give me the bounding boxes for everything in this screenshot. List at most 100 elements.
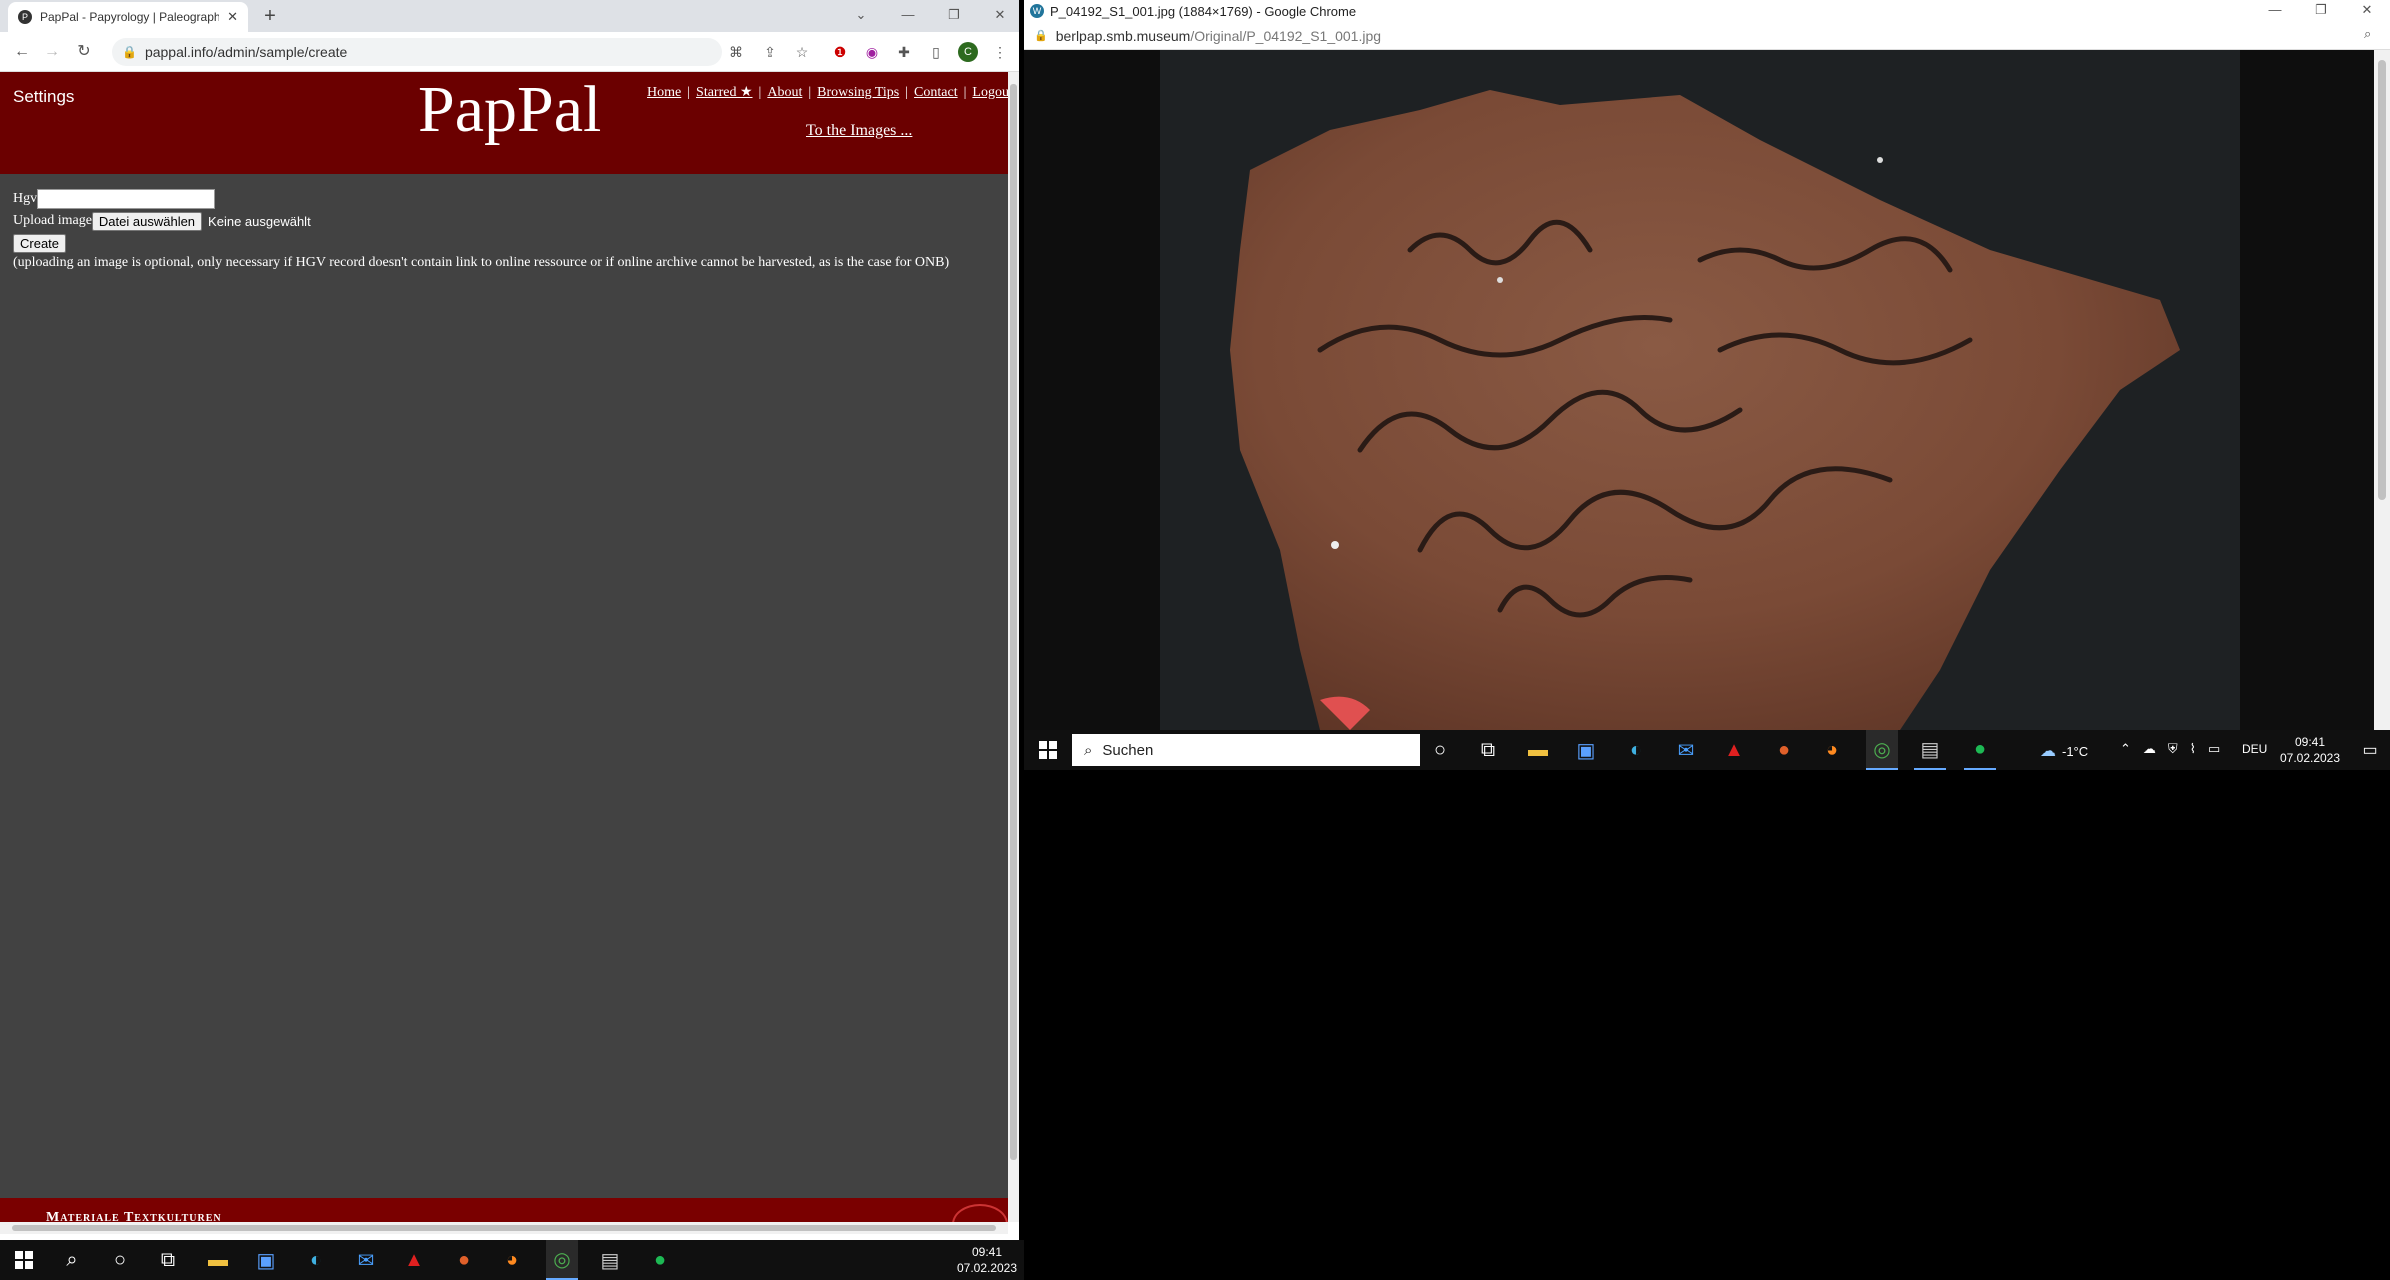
minimize-button[interactable]: —: [2252, 0, 2298, 22]
tab-search-chevron-icon[interactable]: ⌄: [838, 0, 884, 32]
create-button[interactable]: Create: [13, 233, 67, 253]
powerpoint-icon[interactable]: ●: [1768, 730, 1800, 770]
hgv-input[interactable]: [37, 189, 216, 209]
cortana-icon[interactable]: ○: [104, 1240, 136, 1280]
pappal-favicon-icon: P: [18, 10, 32, 24]
powerpoint-icon[interactable]: ●: [448, 1240, 480, 1280]
right-browser-window: W P_04192_S1_001.jpg (1884×1769) - Googl…: [1024, 0, 2390, 730]
nav-browsing-tips[interactable]: Browsing Tips: [817, 85, 899, 100]
search-icon: ⌕: [1084, 741, 1093, 759]
windows-start-icon[interactable]: [1032, 730, 1064, 770]
input-language[interactable]: DEU: [2242, 742, 2267, 756]
tab-title: PapPal - Papyrology | Paleograph: [40, 10, 220, 24]
horizontal-scroll-thumb[interactable]: [12, 1225, 996, 1231]
nav-home[interactable]: Home: [647, 85, 681, 100]
extension-purple-icon[interactable]: ◉: [862, 42, 882, 62]
bookmark-star-icon[interactable]: ☆: [792, 42, 812, 62]
left-browser-window: P PapPal - Papyrology | Paleograph ✕ + ⌄…: [0, 0, 1019, 1240]
restore-button[interactable]: ❐: [2298, 0, 2344, 22]
window-title: P_04192_S1_001.jpg (1884×1769) - Google …: [1050, 3, 1357, 19]
tray-chevron-icon[interactable]: ⌃: [2120, 741, 2131, 757]
back-arrow-icon[interactable]: ←: [10, 40, 34, 64]
photos-icon[interactable]: ▤: [594, 1240, 626, 1280]
lock-icon: 🔒: [1034, 30, 1048, 42]
hgv-label: Hgv: [13, 191, 38, 206]
edge-icon[interactable]: ◐: [1620, 730, 1652, 770]
close-tab-icon[interactable]: ✕: [227, 9, 238, 25]
task-view-icon[interactable]: ⧉: [152, 1240, 184, 1280]
weather-widget[interactable]: ☁ -1°C: [2040, 741, 2088, 761]
new-tab-button[interactable]: +: [258, 4, 282, 28]
settings-label[interactable]: Settings: [13, 87, 74, 107]
share-icon[interactable]: ⇪: [760, 42, 780, 62]
vertical-scroll-thumb[interactable]: [1010, 84, 1017, 1160]
close-window-button[interactable]: ✕: [977, 0, 1019, 32]
choose-file-button[interactable]: Datei auswählen: [91, 211, 203, 231]
spotify-icon[interactable]: ●: [1964, 730, 1996, 770]
onedrive-icon[interactable]: ☁: [2143, 741, 2156, 757]
store-icon[interactable]: ▣: [250, 1240, 282, 1280]
acrobat-icon[interactable]: ▲: [1718, 730, 1750, 770]
chrome-icon[interactable]: ◎: [546, 1240, 578, 1280]
address-toolbar: ← → ↻ 🔒 pappal.info/admin/sample/create …: [0, 32, 1019, 72]
address-bar[interactable]: 🔒 berlpap.smb.museum/Original/P_04192_S1…: [1024, 22, 2390, 50]
side-panel-icon[interactable]: ▯: [926, 42, 946, 62]
taskbar-search-box[interactable]: ⌕ Suchen: [1072, 734, 1420, 766]
windows-start-icon[interactable]: [8, 1240, 40, 1280]
chrome-icon[interactable]: ◎: [1866, 730, 1898, 770]
forward-arrow-icon[interactable]: →: [40, 40, 64, 64]
restore-button[interactable]: ❐: [931, 0, 977, 32]
clock-left[interactable]: 09:41 07.02.2023: [955, 1244, 1019, 1276]
nav-logout[interactable]: Logou: [972, 85, 1008, 100]
upload-image-label: Upload image: [13, 213, 92, 228]
footer-seal-icon: [952, 1204, 1008, 1222]
file-explorer-icon[interactable]: ▬: [1522, 730, 1554, 770]
clock-right[interactable]: 09:41 07.02.2023: [2278, 734, 2342, 766]
profile-avatar[interactable]: C: [958, 42, 978, 62]
desktop: P PapPal - Papyrology | Paleograph ✕ + ⌄…: [0, 0, 2390, 1280]
file-explorer-icon[interactable]: ▬: [202, 1240, 234, 1280]
tab-pappal[interactable]: P PapPal - Papyrology | Paleograph ✕: [8, 2, 248, 32]
vertical-scroll-thumb[interactable]: [2378, 60, 2386, 500]
system-tray: ⌃ ☁ ⛨ ⌇ ▭: [2120, 741, 2220, 757]
cortana-icon[interactable]: ○: [1424, 730, 1456, 770]
store-icon[interactable]: ▣: [1570, 730, 1602, 770]
mail-icon[interactable]: ✉: [1670, 730, 1702, 770]
extension-red-icon[interactable]: ❶: [830, 42, 850, 62]
notifications-icon[interactable]: ▭: [2354, 730, 2386, 770]
lock-icon: 🔒: [122, 45, 137, 59]
acrobat-icon[interactable]: ▲: [398, 1240, 430, 1280]
search-icon[interactable]: ⌕: [56, 1240, 88, 1280]
to-images-link[interactable]: To the Images ...: [806, 122, 912, 140]
edge-icon[interactable]: ◐: [300, 1240, 332, 1280]
firefox-icon[interactable]: ◕: [1816, 730, 1848, 770]
nav-contact[interactable]: Contact: [914, 85, 958, 100]
security-icon[interactable]: ⛨: [2168, 741, 2178, 757]
extensions-puzzle-icon[interactable]: ✚: [894, 42, 914, 62]
nav-starred[interactable]: Starred ★: [696, 85, 752, 100]
network-icon[interactable]: ⌇: [2190, 741, 2196, 757]
upload-note: (uploading an image is optional, only ne…: [13, 255, 950, 270]
search-placeholder: Suchen: [1102, 741, 1154, 759]
file-status: Keine ausgewählt: [208, 213, 311, 229]
url-bar[interactable]: 🔒 pappal.info/admin/sample/create: [112, 38, 722, 66]
mail-icon[interactable]: ✉: [350, 1240, 382, 1280]
weather-temp: -1°C: [2062, 743, 2089, 759]
firefox-icon[interactable]: ◕: [496, 1240, 528, 1280]
menu-dots-icon[interactable]: ⋮: [990, 42, 1010, 62]
battery-icon[interactable]: ▭: [2208, 741, 2220, 757]
reload-icon[interactable]: ↻: [72, 40, 96, 64]
cloud-sun-icon: ☁: [2040, 743, 2056, 760]
task-view-icon[interactable]: ⧉: [1472, 730, 1504, 770]
nav-about[interactable]: About: [767, 85, 802, 100]
site-logo[interactable]: PapPal: [418, 72, 601, 148]
zoom-icon[interactable]: ⌕: [2364, 26, 2371, 42]
translate-icon[interactable]: ⌘: [726, 42, 746, 62]
minimize-button[interactable]: —: [885, 0, 931, 32]
site-header: Settings PapPal Home | Starred ★ | About | Bro…: [0, 72, 1008, 174]
spotify-icon[interactable]: ●: [644, 1240, 676, 1280]
ostracon-image[interactable]: [1160, 50, 2240, 730]
image-viewport: [1024, 50, 2374, 730]
close-window-button[interactable]: ✕: [2344, 0, 2390, 22]
photos-icon[interactable]: ▤: [1914, 730, 1946, 770]
